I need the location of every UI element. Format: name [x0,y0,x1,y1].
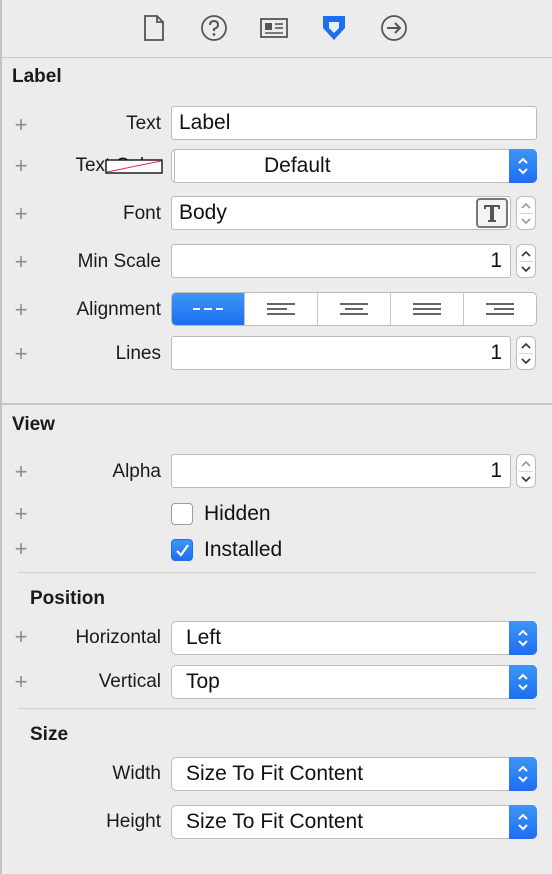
alpha-field[interactable]: 1 [171,454,511,488]
align-center-segment[interactable] [317,293,390,325]
add-variation-vertical-button[interactable] [12,673,30,691]
width-label: Width [112,763,161,784]
horizontal-value: Left [186,626,222,649]
min-scale-label: Min Scale [77,251,161,272]
add-variation-horizontal-button[interactable] [12,628,30,646]
subsection-divider [18,708,536,709]
min-scale-stepper[interactable] [516,244,536,278]
font-size-stepper[interactable] [516,196,536,230]
text-color-value: Default [264,154,331,177]
hidden-checkbox[interactable] [171,503,193,525]
lines-field[interactable]: 1 [171,336,511,370]
align-right-segment[interactable] [463,293,536,325]
add-variation-text-button[interactable] [12,116,30,134]
attributes-inspector-icon[interactable] [318,12,350,44]
min-scale-field[interactable]: 1 [171,244,511,278]
inspector-toolbar [2,0,552,58]
font-picker-icon[interactable] [476,198,508,228]
popup-arrows-icon [509,149,537,183]
installed-label: Installed [204,538,283,561]
vertical-value: Top [186,670,220,693]
right-align-icon [486,303,514,315]
chevron-up-icon[interactable] [517,197,535,213]
font-field[interactable]: Body [171,196,511,230]
connections-inspector-icon[interactable] [378,12,410,44]
height-value: Size To Fit Content [186,810,364,833]
add-variation-alpha-button[interactable] [12,463,30,481]
text-color-popup[interactable]: Default [105,149,537,183]
label-section-title: Label [12,66,62,87]
alpha-stepper[interactable] [516,454,536,488]
alpha-label: Alpha [112,461,161,482]
add-variation-installed-button[interactable] [12,540,30,558]
hidden-label: Hidden [204,502,271,525]
popup-arrows-icon [509,665,537,699]
text-field[interactable]: Label [171,106,537,140]
chevron-down-icon[interactable] [517,261,535,277]
align-justified-segment[interactable] [390,293,463,325]
popup-arrows-icon [509,757,537,791]
view-section-title: View [12,414,55,435]
size-section-title: Size [30,724,69,745]
vertical-popup[interactable]: Top [171,665,537,699]
chevron-up-icon[interactable] [517,337,535,353]
text-label: Text [126,113,161,134]
add-variation-hidden-button[interactable] [12,505,30,523]
panel-left-border [0,0,2,874]
horizontal-popup[interactable]: Left [171,621,537,655]
add-variation-font-button[interactable] [12,205,30,223]
section-divider [2,403,552,405]
subsection-divider [18,572,536,573]
chevron-down-icon[interactable] [517,471,535,487]
identity-inspector-icon[interactable] [258,12,290,44]
add-variation-text-color-button[interactable] [12,157,30,175]
lines-label: Lines [115,343,161,364]
checkmark-icon [176,544,189,557]
quick-help-icon[interactable] [198,12,230,44]
installed-checkbox[interactable] [171,539,193,561]
width-value: Size To Fit Content [186,762,364,785]
chevron-down-icon[interactable] [517,213,535,229]
chevron-up-icon[interactable] [517,245,535,261]
center-align-icon [340,303,368,315]
justify-align-icon [413,303,441,315]
vertical-label: Vertical [98,671,161,692]
chevron-up-icon[interactable] [517,455,535,471]
horizontal-label: Horizontal [75,627,161,648]
height-label: Height [106,811,161,832]
align-left-segment[interactable] [244,293,317,325]
font-label: Font [122,203,161,224]
width-popup[interactable]: Size To Fit Content [171,757,537,791]
align-natural-segment[interactable] [172,293,244,325]
alignment-label: Alignment [76,299,162,320]
position-section-title: Position [30,588,105,609]
color-well[interactable] [93,150,175,182]
add-variation-alignment-button[interactable] [12,301,30,319]
file-inspector-icon[interactable] [138,12,170,44]
lines-stepper[interactable] [516,336,536,370]
chevron-down-icon[interactable] [517,353,535,369]
popup-arrows-icon [509,805,537,839]
height-popup[interactable]: Size To Fit Content [171,805,537,839]
left-align-icon [267,303,295,315]
natural-align-icon [193,308,223,310]
add-variation-lines-button[interactable] [12,345,30,363]
alignment-segmented-control[interactable] [171,292,537,326]
popup-arrows-icon [509,621,537,655]
add-variation-min-scale-button[interactable] [12,253,30,271]
